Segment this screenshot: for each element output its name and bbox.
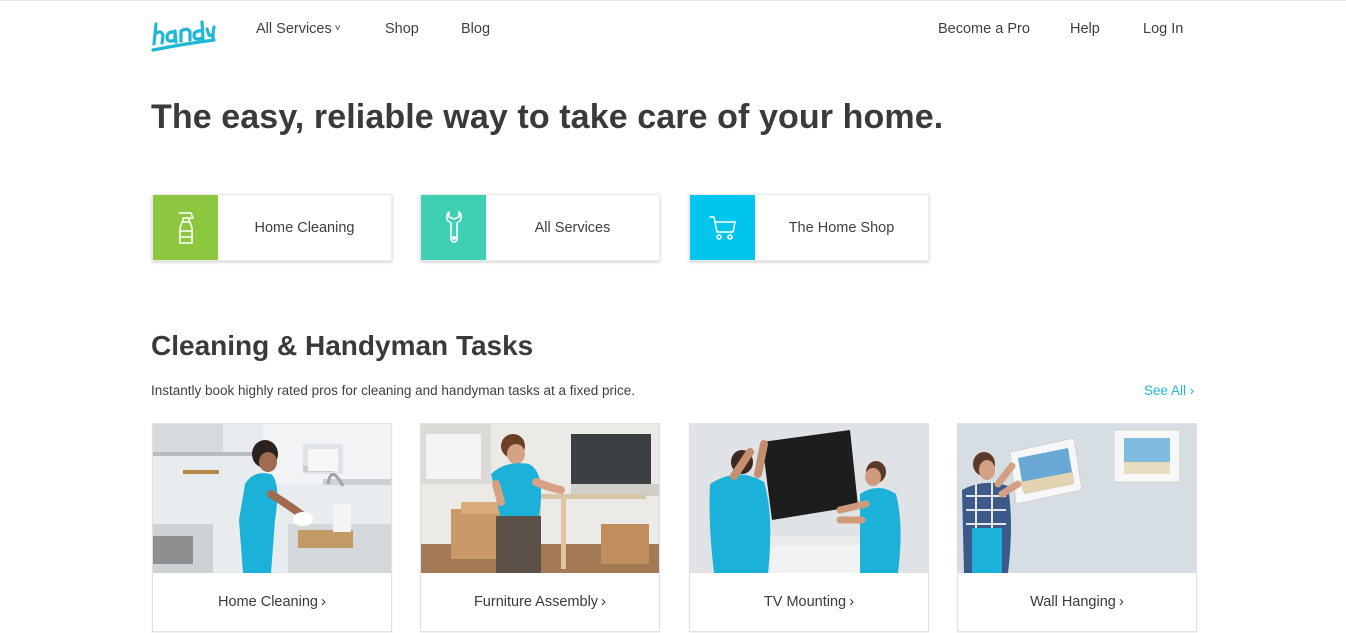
category-label: All Services bbox=[534, 219, 611, 236]
wrench-icon bbox=[421, 195, 486, 260]
man-hanging-picture-photo bbox=[958, 424, 1196, 573]
category-home-shop[interactable]: The Home Shop bbox=[689, 194, 929, 261]
woman-cleaning-kitchen-photo bbox=[153, 424, 391, 573]
category-label: Home Cleaning bbox=[254, 219, 355, 236]
nav-blog[interactable]: Blog bbox=[461, 21, 490, 37]
chevron-right-icon: › bbox=[320, 593, 326, 610]
category-all-services[interactable]: All Services bbox=[420, 194, 660, 261]
nav-shop[interactable]: Shop bbox=[385, 21, 419, 37]
cart-icon bbox=[690, 195, 755, 260]
man-assembling-table-photo bbox=[421, 424, 659, 573]
handy-logo[interactable] bbox=[150, 10, 216, 54]
task-label: Furniture Assembly › bbox=[421, 573, 659, 630]
task-card-home-cleaning[interactable]: Home Cleaning › bbox=[152, 423, 392, 632]
task-label-text: Wall Hanging bbox=[1030, 593, 1116, 610]
task-label-text: Home Cleaning bbox=[218, 593, 318, 610]
men-mounting-tv-photo bbox=[690, 424, 928, 573]
section-subtitle: Instantly book highly rated pros for cle… bbox=[151, 383, 636, 398]
chevron-right-icon: › bbox=[601, 593, 607, 610]
chevron-right-icon: › bbox=[1189, 383, 1195, 398]
task-label: Home Cleaning › bbox=[153, 573, 391, 630]
chevron-right-icon: › bbox=[1118, 593, 1124, 610]
task-label: TV Mounting › bbox=[690, 573, 928, 630]
site-header: All Services ˅ Shop Blog Become a Pro Hel… bbox=[0, 0, 1346, 62]
nav-help[interactable]: Help bbox=[1070, 21, 1100, 37]
nav-all-services-label: All Services bbox=[256, 21, 332, 37]
nav-log-in[interactable]: Log In bbox=[1143, 21, 1183, 37]
section-title: Cleaning & Handyman Tasks bbox=[151, 330, 534, 361]
task-card-wall-hanging[interactable]: Wall Hanging › bbox=[957, 423, 1197, 632]
task-label-text: Furniture Assembly bbox=[473, 593, 599, 610]
task-label: Wall Hanging › bbox=[958, 573, 1196, 630]
chevron-right-icon: › bbox=[849, 593, 855, 610]
category-home-cleaning[interactable]: Home Cleaning bbox=[152, 194, 392, 261]
category-label: The Home Shop bbox=[788, 219, 895, 236]
see-all-link[interactable]: See All › bbox=[1144, 383, 1194, 398]
task-card-tv-mounting[interactable]: TV Mounting › bbox=[689, 423, 929, 632]
spray-bottle-icon bbox=[153, 195, 218, 260]
chevron-down-icon: ˅ bbox=[334, 23, 341, 34]
nav-all-services[interactable]: All Services ˅ bbox=[256, 21, 341, 37]
task-label-text: TV Mounting bbox=[763, 593, 847, 610]
nav-become-a-pro[interactable]: Become a Pro bbox=[938, 21, 1030, 37]
hero-title: The easy, reliable way to take care of y… bbox=[151, 98, 944, 136]
task-card-furniture-assembly[interactable]: Furniture Assembly › bbox=[420, 423, 660, 632]
see-all-label: See All bbox=[1144, 383, 1187, 398]
